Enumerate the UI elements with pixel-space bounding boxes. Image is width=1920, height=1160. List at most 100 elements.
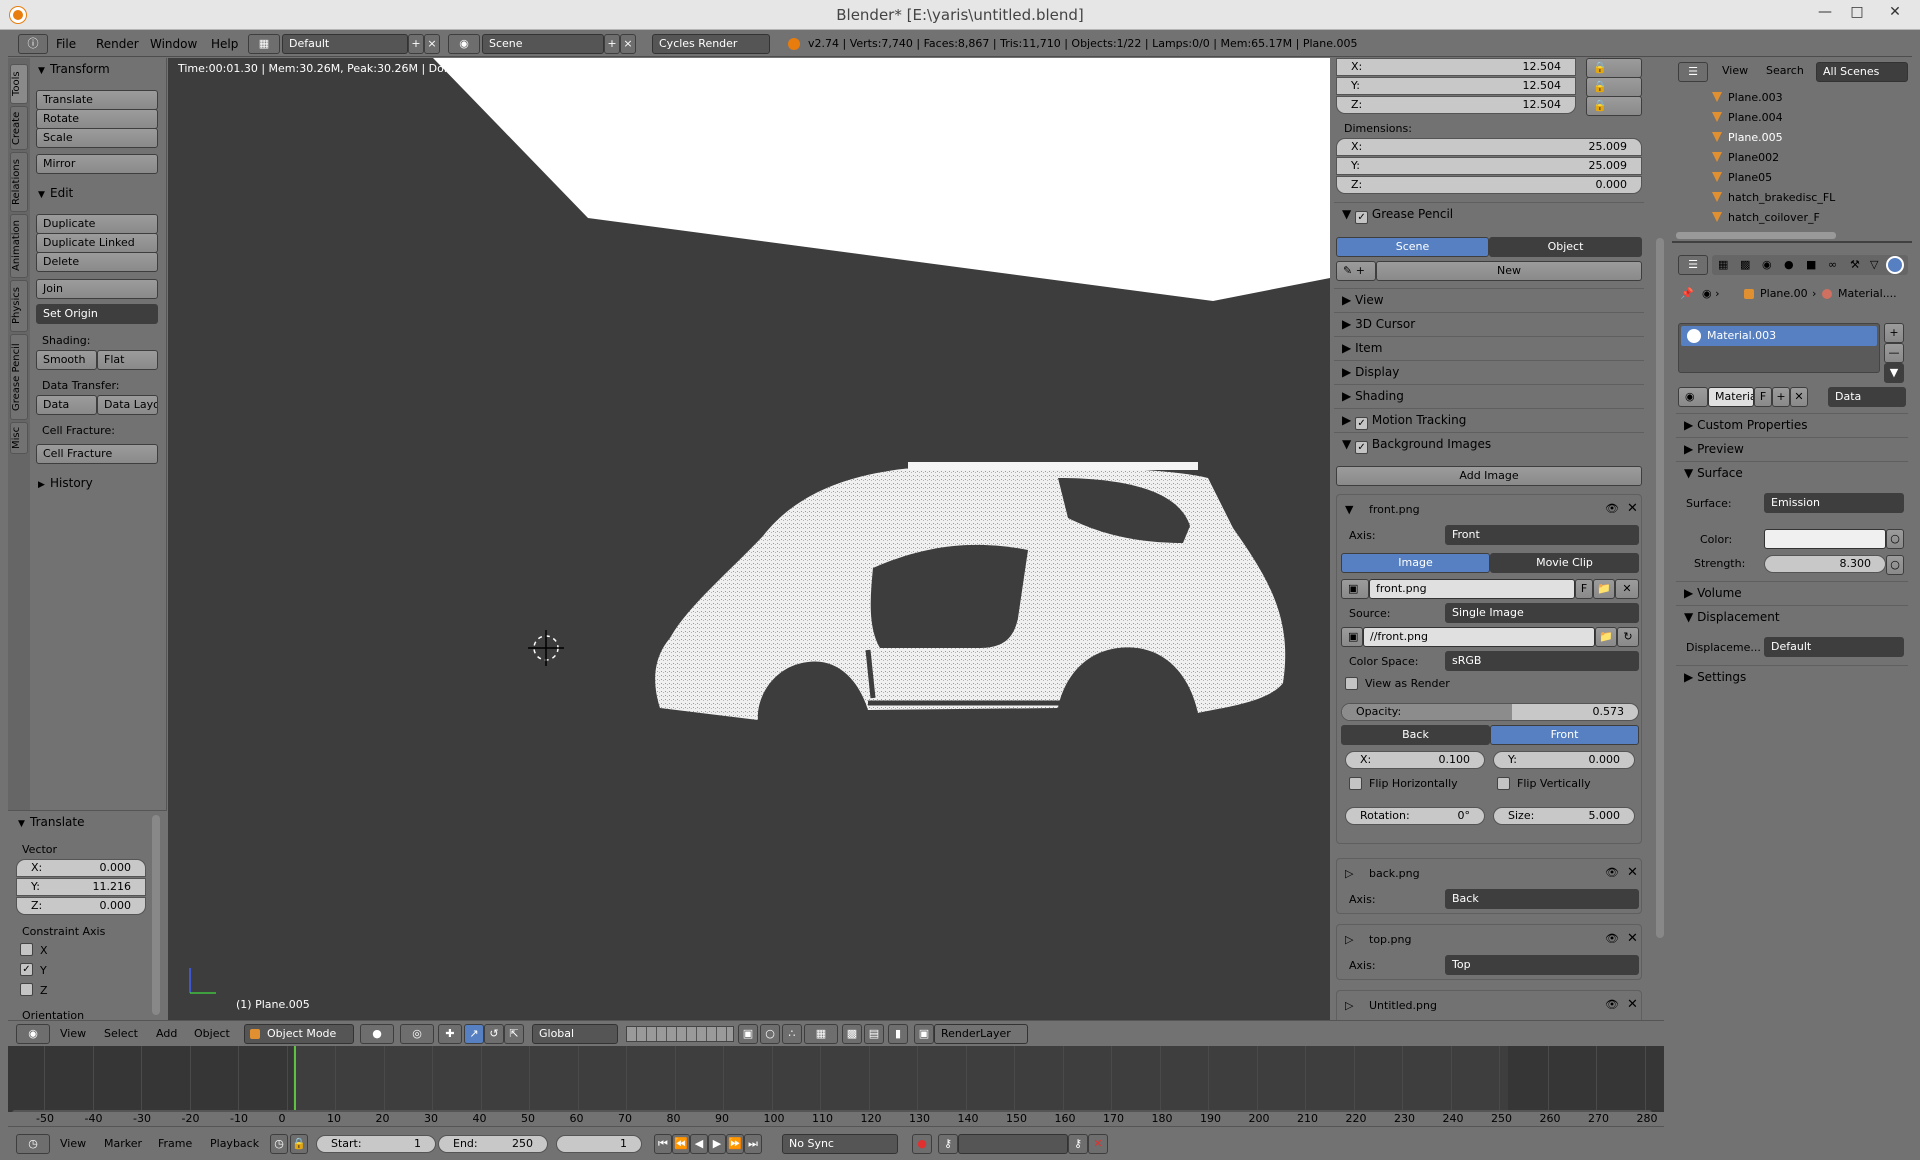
layer-buttons[interactable] <box>626 1026 734 1042</box>
delete-button[interactable]: Delete <box>36 252 158 272</box>
layout-icon[interactable]: ▦ <box>248 34 280 54</box>
cell-fracture-button[interactable]: Cell Fracture <box>36 444 158 464</box>
movie-clip-tab[interactable]: Movie Clip <box>1490 553 1639 573</box>
data-tab-icon[interactable]: ▽ <box>1870 258 1878 271</box>
outliner-scope-select[interactable]: All Scenes <box>1816 62 1908 82</box>
emission-color-swatch[interactable] <box>1764 529 1886 549</box>
remove-image-icon[interactable]: ✕ <box>1627 997 1638 1012</box>
material-link-select[interactable]: Data <box>1828 387 1906 407</box>
flip-vertically-checkbox[interactable] <box>1497 777 1510 790</box>
background-images-checkbox[interactable]: ✓ <box>1355 441 1369 454</box>
material-slot-item[interactable]: Material.003 <box>1681 326 1877 346</box>
remove-image-icon[interactable]: ✕ <box>1627 865 1638 880</box>
outliner-item[interactable]: hatch_brakedisc_FL <box>1672 188 1912 208</box>
play-reverse-icon[interactable]: ◀ <box>690 1134 708 1154</box>
vp-menu-view[interactable]: View <box>60 1027 86 1040</box>
tab-relations[interactable]: Relations <box>10 152 28 212</box>
3d-cursor-section[interactable]: ▶ 3D Cursor <box>1334 312 1644 334</box>
vector-x-field[interactable]: X: 0.000 <box>16 859 146 877</box>
view-section[interactable]: ▶ View <box>1334 288 1644 310</box>
constraint-y-checkbox[interactable]: ✓ <box>20 963 33 976</box>
data-layout-button[interactable]: Data Layo <box>97 395 158 415</box>
keying-set-icon[interactable]: ⚷ <box>938 1134 958 1154</box>
lock-scale-z-icon[interactable]: 🔒 <box>1586 96 1642 116</box>
join-button[interactable]: Join <box>36 279 158 299</box>
remove-image-icon[interactable]: ✕ <box>1627 931 1638 946</box>
tab-grease-pencil[interactable]: Grease Pencil <box>10 334 28 420</box>
eye-icon[interactable]: 👁 <box>1605 502 1619 515</box>
opengl-anim-icon[interactable]: ▤ <box>864 1024 884 1044</box>
render-layer-icon[interactable]: ▣ <box>914 1024 934 1044</box>
tl-menu-view[interactable]: View <box>60 1137 86 1150</box>
outliner-item[interactable]: hatch_coilover_F <box>1672 208 1912 228</box>
3d-viewport[interactable]: Time:00:01.30 | Mem:30.26M, Peak:30.26M … <box>168 58 1330 1020</box>
back-toggle[interactable]: Back <box>1341 725 1490 745</box>
render-engine-select[interactable]: Cycles Render <box>652 34 770 54</box>
pin-icon[interactable]: 📌 <box>1680 287 1694 300</box>
scale-x-field[interactable]: X: 12.504 <box>1336 58 1576 76</box>
outliner-scrollbar[interactable] <box>1676 232 1836 239</box>
material-browse-icon[interactable]: ◉ <box>1678 387 1708 407</box>
unlink-material-icon[interactable]: ✕ <box>1790 387 1808 407</box>
snap-icon[interactable]: ∴ <box>782 1024 802 1044</box>
properties-editor-icon[interactable]: ☰ <box>1678 255 1708 275</box>
vp-menu-add[interactable]: Add <box>156 1027 177 1040</box>
strength-field[interactable]: 8.300 <box>1764 555 1886 573</box>
volume-section[interactable]: ▶ Volume <box>1676 581 1908 603</box>
custom-properties-section[interactable]: ▶ Custom Properties <box>1676 413 1908 435</box>
current-frame-field[interactable]: 1 <box>556 1135 642 1153</box>
duplicate-linked-button[interactable]: Duplicate Linked <box>36 233 158 253</box>
delete-keyframe-icon[interactable]: ✕ <box>1088 1134 1108 1154</box>
dim-x-field[interactable]: X: 25.009 <box>1336 138 1642 156</box>
image-tab[interactable]: Image <box>1341 553 1490 573</box>
world-tab-icon[interactable]: ● <box>1784 258 1794 271</box>
outliner-item[interactable]: Plane05 <box>1672 168 1912 188</box>
lock-scale-x-icon[interactable]: 🔒 <box>1586 58 1642 78</box>
add-image-button[interactable]: Add Image <box>1336 466 1642 486</box>
duplicate-button[interactable]: Duplicate <box>36 214 158 234</box>
dim-y-field[interactable]: Y: 25.009 <box>1336 157 1642 175</box>
lock-scale-y-icon[interactable]: 🔒 <box>1586 77 1642 97</box>
constraint-x-checkbox[interactable] <box>20 943 33 956</box>
outliner-item[interactable]: Plane.004 <box>1672 108 1912 128</box>
rotation-field[interactable]: Rotation: 0° <box>1345 807 1485 825</box>
record-icon[interactable]: ● <box>912 1134 932 1154</box>
vector-y-field[interactable]: Y: 11.216 <box>16 878 146 896</box>
opacity-slider[interactable]: Opacity: 0.573 <box>1341 703 1639 721</box>
vector-z-field[interactable]: Z: 0.000 <box>16 897 146 915</box>
scale-z-field[interactable]: Z: 12.504 <box>1336 96 1576 114</box>
shading-section[interactable]: ▶ Shading <box>1334 384 1644 406</box>
tab-physics[interactable]: Physics <box>10 280 28 332</box>
reload-icon[interactable]: ↻ <box>1617 627 1639 647</box>
layout-field[interactable]: Default <box>282 34 408 54</box>
collapsed-icon[interactable]: ▷ <box>1345 999 1353 1012</box>
remove-slot-icon[interactable]: — <box>1884 343 1904 363</box>
offset-x-field[interactable]: X: 0.100 <box>1345 751 1485 769</box>
remove-scene-icon[interactable]: × <box>620 34 636 54</box>
mirror-button[interactable]: Mirror <box>36 154 158 174</box>
surface-shader-select[interactable]: Emission <box>1764 493 1904 513</box>
add-scene-icon[interactable]: + <box>604 34 620 54</box>
new-material-icon[interactable]: + <box>1772 387 1790 407</box>
transform-panel-header[interactable]: ▼ Transform <box>38 62 110 76</box>
start-frame-field[interactable]: Start: 1 <box>316 1135 436 1153</box>
3d-view-editor-icon[interactable]: ◉ <box>16 1024 50 1044</box>
render-layer-field[interactable]: RenderLayer <box>934 1024 1028 1044</box>
size-field[interactable]: Size: 5.000 <box>1493 807 1635 825</box>
modifiers-tab-icon[interactable]: ⚒ <box>1850 258 1860 271</box>
scene-field[interactable]: Scene <box>482 34 604 54</box>
motion-tracking-section[interactable]: ▶ ✓ Motion Tracking <box>1334 408 1644 430</box>
material-fake-user[interactable]: F <box>1754 387 1772 407</box>
display-section[interactable]: ▶ Display <box>1334 360 1644 382</box>
tab-animation[interactable]: Animation <box>10 214 28 278</box>
rotate-button[interactable]: Rotate <box>36 109 158 129</box>
object-mode-select[interactable]: Object Mode <box>244 1024 354 1044</box>
top-axis-select[interactable]: Top <box>1445 955 1639 975</box>
image-name-field[interactable]: front.png <box>1369 579 1575 599</box>
displacement-section[interactable]: ▼ Displacement <box>1676 605 1908 627</box>
scale-button[interactable]: Scale <box>36 128 158 148</box>
npanel-scroll-thumb[interactable] <box>1656 238 1664 938</box>
outliner-editor-icon[interactable]: ☰ <box>1678 62 1708 82</box>
tab-tools[interactable]: Tools <box>10 64 28 104</box>
dim-z-field[interactable]: Z: 0.000 <box>1336 176 1642 194</box>
